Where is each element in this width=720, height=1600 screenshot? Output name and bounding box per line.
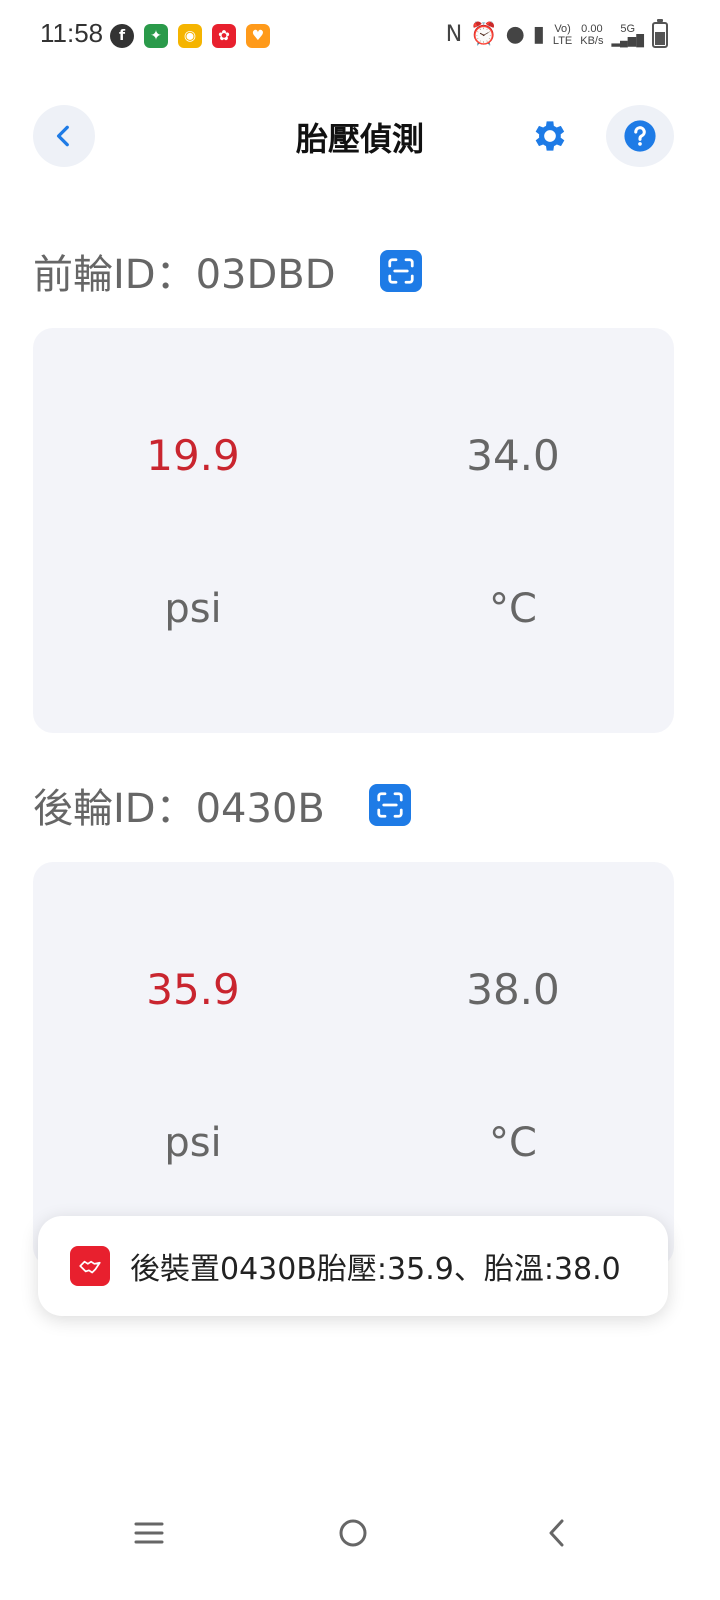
scan-icon — [377, 792, 403, 818]
chevron-left-icon — [549, 1519, 564, 1547]
scan-icon — [387, 258, 414, 284]
signal-icon: 5G ▂▄▆█ — [611, 23, 644, 47]
yamaha-app-icon — [70, 1246, 110, 1286]
rear-pressure-value: 35.9 — [146, 965, 240, 1014]
front-scan-button[interactable] — [379, 250, 422, 292]
facebook-icon: f — [110, 24, 134, 48]
system-nav-bar — [0, 1490, 720, 1570]
menu-icon — [134, 1522, 164, 1544]
gear-icon — [535, 121, 565, 151]
home-button[interactable] — [328, 1508, 378, 1558]
location-icon: ● — [505, 22, 525, 47]
rear-pressure-unit: psi — [164, 1120, 222, 1166]
front-temperature-unit: °C — [489, 586, 537, 632]
front-wheel-card: 19.9 34.0 psi °C — [33, 328, 674, 733]
battery-icon — [652, 19, 668, 48]
home-circle-icon — [339, 1519, 367, 1547]
help-icon — [624, 120, 656, 152]
help-button[interactable] — [606, 105, 674, 167]
app-header: 胎壓偵測 — [0, 100, 720, 172]
nfc-icon: N — [445, 22, 463, 47]
status-bar: 11:58 f ✦ ◉ ✿ ♥ N ⏰ ● ▮ Vo) LTE 0.00 KB/s … — [0, 0, 720, 76]
system-icons: N ⏰ ● ▮ Vo) LTE 0.00 KB/s 5G ▂▄▆█ — [445, 19, 668, 48]
front-wheel-label: 前輪ID：03DBD — [33, 242, 422, 300]
front-pressure-unit: psi — [164, 586, 222, 632]
network-speed: 0.00 KB/s — [580, 23, 604, 47]
yamaha-app-icon: ✿ — [212, 24, 236, 48]
volte-indicator: Vo) LTE — [552, 23, 573, 47]
settings-button[interactable] — [526, 112, 574, 160]
front-pressure-value: 19.9 — [146, 431, 240, 480]
rear-wheel-label: 後輪ID：0430B — [33, 776, 411, 834]
weibo-icon: ◉ — [178, 24, 202, 48]
front-temperature-value: 34.0 — [466, 431, 560, 480]
rear-wheel-card: 35.9 38.0 psi °C — [33, 862, 674, 1267]
leaf-app-icon: ✦ — [144, 24, 168, 48]
handshake-icon — [79, 1260, 101, 1274]
notification-icons: f ✦ ◉ ✿ ♥ — [110, 24, 270, 48]
front-wheel-id: 前輪ID：03DBD — [33, 252, 336, 298]
rear-scan-button[interactable] — [368, 784, 411, 826]
vibrate-icon: ▮ — [532, 22, 545, 47]
rear-temperature-value: 38.0 — [466, 965, 560, 1014]
rear-wheel-id: 後輪ID：0430B — [33, 786, 325, 832]
alarm-icon: ⏰ — [470, 22, 498, 47]
rear-temperature-unit: °C — [489, 1120, 537, 1166]
status-time: 11:58 — [40, 18, 104, 48]
orange-app-icon: ♥ — [246, 24, 270, 48]
toast-message: 後裝置0430B胎壓:35.9、胎溫:38.0 — [130, 1252, 621, 1287]
system-back-button[interactable] — [532, 1508, 582, 1558]
toast-notification: 後裝置0430B胎壓:35.9、胎溫:38.0 — [38, 1216, 668, 1316]
recents-button[interactable] — [124, 1508, 174, 1558]
